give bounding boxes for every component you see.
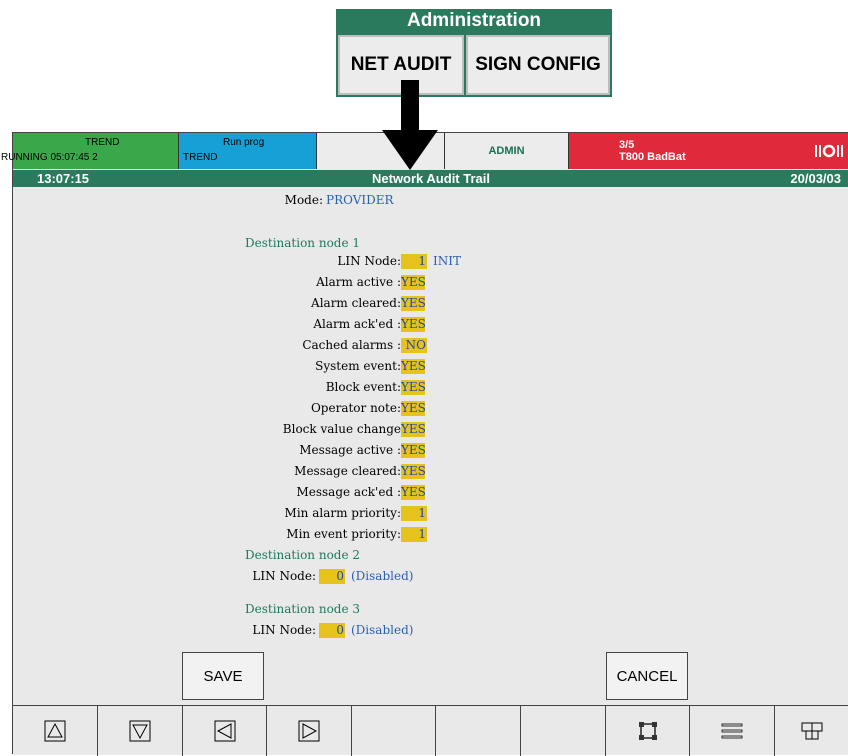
blank-softkey-1[interactable]	[352, 706, 436, 756]
node3-lin-node-value[interactable]: 0	[319, 623, 345, 638]
run-prog-title: Run prog	[223, 137, 265, 148]
node1-field-value[interactable]: 1	[401, 506, 427, 521]
node3-lin-node-status: (Disabled)	[351, 623, 414, 637]
trend-status: RUNNING 05:07:45 2	[1, 152, 98, 163]
up-button[interactable]	[13, 706, 98, 756]
mode-value[interactable]: PROVIDER	[326, 193, 394, 208]
node1-field-value[interactable]: YES	[401, 422, 426, 437]
node1-field-value[interactable]: YES	[401, 296, 426, 311]
node1-lin-node-value[interactable]: 1	[401, 254, 427, 269]
menu-lines-icon	[721, 723, 743, 739]
up-arrow-icon	[44, 720, 66, 742]
node1-lin-node-label: LIN Node:	[337, 254, 401, 268]
node1-field-value[interactable]: YES	[401, 275, 426, 290]
run-prog-panel[interactable]: Run prog TREND	[179, 133, 317, 169]
down-arrow-icon	[129, 720, 151, 742]
instrument-screen: TREND RUNNING 05:07:45 2 Run prog TREND …	[1, 132, 848, 756]
trend-status-panel[interactable]: TREND RUNNING 05:07:45 2	[1, 133, 179, 169]
node1-field-value[interactable]: NO	[401, 338, 427, 353]
node1-field-label: System event:	[315, 359, 401, 373]
node1-field-label: Alarm ack'ed :	[313, 317, 401, 331]
administration-menu-title: Administration	[406, 10, 542, 31]
right-button[interactable]	[267, 706, 352, 756]
node1-field-value[interactable]: YES	[401, 464, 426, 479]
node1-field-value[interactable]: YES	[401, 359, 426, 374]
node1-field-label: Min alarm priority:	[284, 506, 401, 520]
node1-field-label: Alarm active :	[316, 275, 401, 289]
clock-time: 13:07:15	[37, 171, 90, 186]
recycle-button[interactable]	[606, 706, 690, 756]
down-button[interactable]	[98, 706, 183, 756]
alarm-text: T800 BadBat	[619, 151, 686, 163]
node1-field-label: Min event priority:	[286, 527, 401, 541]
save-button[interactable]: SAVE	[182, 652, 264, 700]
mode-label: Mode:	[284, 193, 323, 207]
node1-field-label: Block value change	[282, 422, 401, 436]
node1-heading: Destination node 1	[245, 236, 361, 250]
node1-lin-node-status: INIT	[433, 254, 461, 268]
node2-heading: Destination node 2	[245, 548, 361, 562]
grid-button[interactable]	[775, 706, 848, 756]
node1-field-label: Message cleared:	[294, 464, 401, 478]
trend-title: TREND	[85, 137, 120, 148]
cancel-button[interactable]: CANCEL	[606, 652, 688, 700]
node1-field-label: Operator note:	[310, 401, 401, 415]
user-panel[interactable]: ADMIN	[445, 133, 569, 169]
node2-lin-node-status: (Disabled)	[351, 569, 414, 583]
sign-config-button[interactable]: SIGN CONFIG	[466, 35, 610, 95]
node2-lin-node-label: LIN Node:	[252, 569, 316, 583]
alarm-count: 3/5	[619, 139, 635, 151]
node1-field-label: Message active :	[299, 443, 401, 457]
node1-field-value[interactable]: YES	[401, 401, 426, 416]
clock-date: 20/03/03	[790, 171, 841, 186]
node3-heading: Destination node 3	[245, 602, 361, 616]
node3-lin-node-label: LIN Node:	[252, 623, 316, 637]
alarm-bell-icon	[815, 144, 843, 158]
node1-field-value[interactable]: 1	[401, 527, 427, 542]
node1-field-value[interactable]: YES	[401, 485, 426, 500]
node1-field-label: Cached alarms :	[302, 338, 401, 352]
run-prog-sub: TREND	[183, 152, 218, 163]
node1-field-value[interactable]: YES	[401, 443, 426, 458]
node1-field-label: Block event:	[325, 380, 401, 394]
recycle-icon	[638, 722, 657, 740]
blank-softkey-2[interactable]	[436, 706, 521, 756]
node2-lin-node-value[interactable]: 0	[319, 569, 345, 584]
alarm-panel[interactable]: 3/5 T800 BadBat	[569, 133, 848, 169]
left-button[interactable]	[183, 706, 267, 756]
node1-field-label: Message ack'ed :	[296, 485, 401, 499]
menu-button[interactable]	[690, 706, 775, 756]
node1-field-value[interactable]: YES	[401, 317, 426, 332]
grid-icon	[801, 722, 823, 740]
page-title: Network Audit Trail	[372, 171, 490, 186]
right-arrow-icon	[298, 720, 320, 742]
blank-softkey-3[interactable]	[521, 706, 606, 756]
bottom-toolbar	[13, 705, 848, 756]
title-bar: Network Audit Trail 13:07:15 20/03/03	[13, 170, 848, 187]
node1-field-value[interactable]: YES	[401, 380, 426, 395]
left-arrow-icon	[214, 720, 235, 742]
callout-arrow-icon	[382, 80, 438, 170]
node1-field-label: Alarm cleared:	[311, 296, 401, 310]
